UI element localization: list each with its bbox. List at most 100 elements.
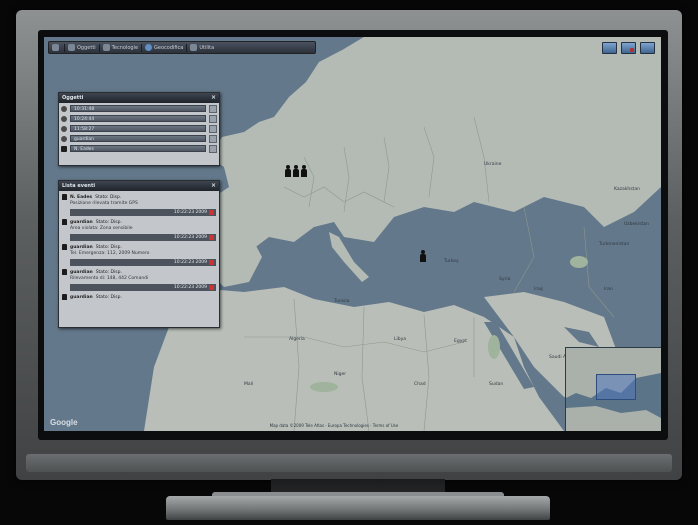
place-label: Turkmenistan	[599, 242, 630, 247]
object-label: 10:24:44	[70, 115, 206, 122]
event-status: Stato: Disp.	[95, 194, 122, 200]
toolbar-item-utilities[interactable]: Utilita	[190, 44, 214, 51]
place-label: Syria	[499, 277, 511, 282]
toolbar-label: Tecnologie	[111, 44, 139, 51]
toolbar-item-people[interactable]	[52, 44, 61, 51]
objects-panel-title: Oggetti	[62, 95, 84, 101]
event-name: N. Eades	[70, 194, 93, 200]
person-icon	[61, 135, 67, 142]
event-status: Stato: Disp.	[95, 269, 122, 275]
place-label: Uzbekistan	[624, 222, 649, 227]
place-label: Mali	[244, 382, 254, 387]
person-icon[interactable]	[300, 165, 307, 177]
list-icon	[102, 44, 110, 51]
place-label: Ukraine	[484, 162, 502, 167]
monitor-chin	[26, 454, 672, 472]
place-label: Kazakhstan	[614, 187, 640, 192]
event-time-bar[interactable]: 10:22:23 2009	[70, 259, 216, 266]
events-panel-title: Lista eventi	[62, 183, 96, 189]
event-description: Posizione rilevata tramite GPS	[70, 201, 138, 206]
object-row[interactable]: 10:24:44	[61, 114, 217, 123]
app-screen: Ukraine Kazakhstan Turkey Iran Iraq Liby…	[44, 37, 661, 431]
person-icon	[61, 105, 67, 112]
toolbar-separator	[186, 43, 188, 52]
toolbar-item-objects[interactable]: Oggetti	[68, 44, 96, 51]
person-icon[interactable]	[284, 165, 291, 177]
place-label: Iraq	[534, 287, 543, 292]
overview-minimap[interactable]	[565, 347, 661, 431]
events-panel-header[interactable]: Lista eventi ×	[59, 181, 219, 191]
person-marker[interactable]	[419, 250, 426, 262]
monitor-base	[166, 496, 550, 520]
object-row[interactable]: guardian	[61, 134, 217, 143]
event-status: Stato: Disp.	[95, 244, 122, 250]
vehicle-icon	[190, 44, 198, 51]
event-item[interactable]: guardian Stato: Disp. Rilevamento di: 148…	[62, 268, 216, 291]
objects-panel-header[interactable]: Oggetti ×	[59, 93, 219, 103]
event-item[interactable]: guardian Stato: Disp. Area violata: Zona …	[62, 218, 216, 241]
event-item[interactable]: guardian Stato: Disp.	[62, 293, 216, 301]
place-label: Niger	[334, 372, 347, 377]
person-icon[interactable]	[419, 250, 426, 262]
person-icon	[62, 194, 67, 200]
person-icon[interactable]	[292, 165, 299, 177]
top-right-tools	[602, 42, 655, 54]
toolbar-label: Utilita	[199, 44, 215, 51]
event-name: guardian	[70, 294, 93, 300]
object-action-button[interactable]	[209, 104, 217, 113]
event-description: Tel. Emergenza: 112, 2009 Numero	[70, 251, 150, 256]
place-label: Chad	[414, 382, 426, 387]
person-icon	[61, 115, 67, 122]
object-action-button[interactable]	[209, 114, 217, 123]
layers-icon[interactable]	[640, 42, 655, 54]
object-label: N. Eades	[70, 145, 206, 152]
place-label: Egypt	[454, 339, 467, 344]
event-name: guardian	[70, 244, 93, 250]
event-time-bar[interactable]: 10:22:23 2009	[70, 234, 216, 241]
object-action-button[interactable]	[209, 124, 217, 133]
event-time-bar[interactable]: 10:22:23 2009	[70, 209, 216, 216]
object-action-button[interactable]	[209, 144, 217, 153]
objects-panel: Oggetti × 10:31:48 10:24:44 11:58:27 gua…	[58, 92, 220, 166]
place-label: Turkey	[444, 259, 459, 264]
object-label: 11:58:27	[70, 125, 206, 132]
event-list: N. Eades Stato: Disp. Posizione rilevata …	[59, 191, 219, 303]
toolbar-separator	[64, 43, 65, 52]
object-row[interactable]: 11:58:27	[61, 124, 217, 133]
toolbar-separator	[141, 43, 143, 52]
alert-icon[interactable]	[621, 42, 636, 54]
event-item[interactable]: guardian Stato: Disp. Tel. Emergenza: 112…	[62, 243, 216, 266]
object-row[interactable]: N. Eades	[61, 144, 217, 153]
people-marker-group[interactable]	[284, 165, 307, 177]
events-panel: Lista eventi × N. Eades Stato: Disp. Posi…	[58, 180, 220, 328]
object-label: 10:31:48	[70, 105, 206, 112]
event-time-bar[interactable]: 10:22:23 2009	[70, 284, 216, 291]
map-attribution[interactable]: Map data ©2009 Tele Atlas · Europa Techn…	[114, 423, 554, 428]
event-status: Stato: Disp.	[95, 219, 122, 225]
minimap-viewport[interactable]	[596, 374, 636, 400]
main-toolbar: Oggetti Tecnologie Geocodifica Utilita	[48, 41, 316, 54]
place-label: Algeria	[289, 337, 305, 342]
monitor-frame: Ukraine Kazakhstan Turkey Iran Iraq Liby…	[16, 10, 682, 480]
place-label: Sudan	[489, 382, 504, 387]
event-name: guardian	[70, 219, 93, 225]
close-icon[interactable]: ×	[211, 95, 216, 101]
event-description: Rilevamento di: 148, 442 Comandi	[70, 276, 149, 281]
person-icon	[61, 125, 67, 132]
map-view-icon[interactable]	[602, 42, 617, 54]
toolbar-item-geocoding[interactable]: Geocodifica	[145, 44, 183, 51]
close-icon[interactable]: ×	[211, 183, 216, 189]
google-logo: Google	[50, 418, 78, 427]
event-item[interactable]: N. Eades Stato: Disp. Posizione rilevata …	[62, 193, 216, 216]
person-icon	[62, 244, 67, 250]
walk-icon	[61, 145, 67, 152]
object-row[interactable]: 10:31:48	[61, 104, 217, 113]
place-label: Libya	[394, 337, 407, 342]
object-label: guardian	[70, 135, 206, 142]
person-icon	[62, 219, 67, 225]
toolbar-item-technologies[interactable]: Tecnologie	[102, 44, 139, 51]
person-icon	[62, 294, 67, 300]
people-icon	[52, 44, 59, 51]
toolbar-separator	[98, 43, 100, 52]
object-action-button[interactable]	[209, 134, 217, 143]
